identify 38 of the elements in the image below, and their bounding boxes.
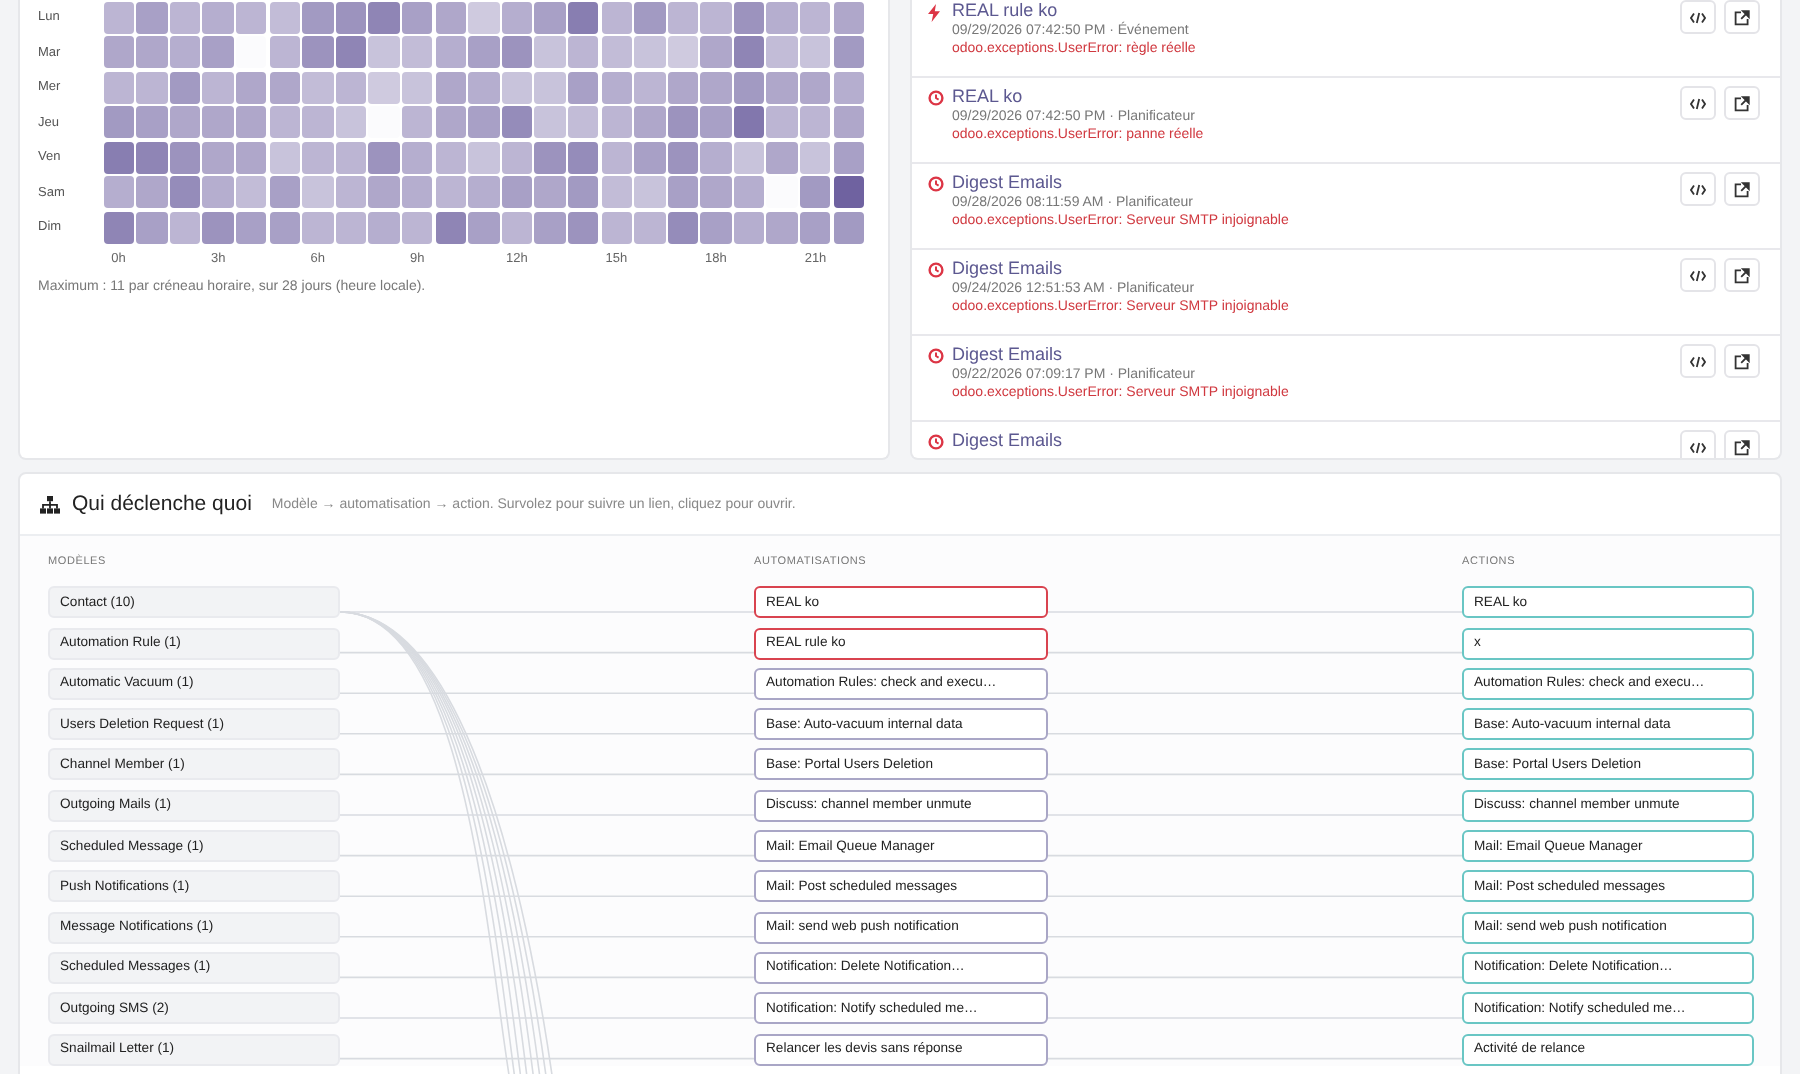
external-link-icon (1734, 9, 1750, 25)
code-button[interactable] (1680, 172, 1716, 206)
code-button[interactable] (1680, 344, 1716, 378)
open-button[interactable] (1724, 86, 1760, 120)
clock-icon (928, 176, 944, 192)
clock-icon (928, 434, 944, 450)
clock-icon (928, 348, 944, 364)
failure-title[interactable]: Digest Emails (952, 258, 1063, 278)
failure-title[interactable]: Digest Emails (952, 344, 1063, 364)
code-icon (1690, 97, 1706, 109)
code-icon (1690, 183, 1706, 195)
code-icon (1690, 441, 1706, 453)
external-link-icon (1734, 353, 1750, 369)
external-link-icon (1734, 181, 1750, 197)
failure-title[interactable]: REAL ko (952, 86, 1023, 106)
open-button[interactable] (1724, 172, 1760, 206)
code-icon (1690, 11, 1706, 23)
section-title: Qui déclenche quoi (72, 492, 252, 516)
code-icon (1690, 269, 1706, 281)
bolt-icon (928, 4, 940, 22)
sitemap-icon (40, 495, 60, 513)
code-button[interactable] (1680, 0, 1716, 34)
open-button[interactable] (1724, 0, 1760, 34)
external-link-icon (1734, 95, 1750, 111)
open-button[interactable] (1724, 258, 1760, 292)
clock-icon (928, 90, 944, 106)
open-button[interactable] (1724, 430, 1760, 458)
open-button[interactable] (1724, 344, 1760, 378)
external-link-icon (1734, 439, 1750, 455)
code-button[interactable] (1680, 86, 1716, 120)
code-button[interactable] (1680, 258, 1716, 292)
clock-icon (928, 262, 944, 278)
failure-title[interactable]: Digest Emails (952, 172, 1063, 192)
code-icon (1690, 355, 1706, 367)
code-button[interactable] (1680, 430, 1716, 458)
failure-title[interactable]: Digest Emails (952, 430, 1063, 450)
failure-title[interactable]: REAL rule ko (952, 0, 1058, 20)
external-link-icon (1734, 267, 1750, 283)
